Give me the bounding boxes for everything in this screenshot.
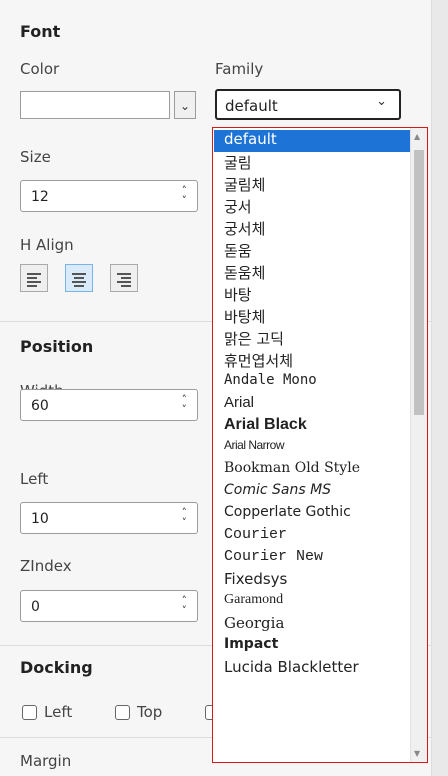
dock-left-label: Left (44, 703, 73, 721)
left-input[interactable]: 10 ˄ ˅ (20, 502, 198, 534)
size-input[interactable]: 12 ˄ ˅ (20, 180, 198, 212)
chevron-down-icon: ⌄ (179, 99, 191, 113)
font-option[interactable]: 바탕체 (214, 306, 410, 328)
align-left-button[interactable] (20, 264, 48, 292)
font-option[interactable]: 돋움 (214, 240, 410, 262)
color-field[interactable] (20, 91, 170, 119)
font-option[interactable]: 굴림체 (214, 174, 410, 196)
font-option[interactable]: Bookman Old Style (214, 460, 410, 482)
left-label: Left (20, 470, 49, 488)
align-right-button[interactable] (110, 264, 138, 292)
scroll-up-icon[interactable]: ▲ (414, 132, 420, 141)
margin-label: Margin (20, 752, 72, 770)
font-option[interactable]: Courier (214, 526, 410, 548)
family-select-value: default (225, 97, 278, 115)
font-option[interactable]: Impact (214, 636, 410, 658)
font-option[interactable]: Lucida Blackletter (214, 658, 410, 680)
spinner-arrows-icon[interactable]: ˄ ˅ (182, 394, 188, 415)
font-option[interactable]: Copperlate Gothic (214, 504, 410, 526)
font-option[interactable]: 궁서 (214, 196, 410, 218)
family-select[interactable]: default ⌄ (215, 89, 401, 120)
width-value: 60 (31, 398, 49, 414)
font-option[interactable]: Andale Mono (214, 372, 410, 394)
spinner-arrows-icon[interactable]: ˄ ˅ (182, 507, 188, 528)
dock-top-checkbox[interactable] (115, 705, 130, 720)
font-option[interactable]: Arial (214, 394, 410, 416)
family-label: Family (215, 60, 264, 78)
font-option[interactable]: 굴림 (214, 152, 410, 174)
size-label: Size (20, 148, 51, 166)
font-option[interactable]: 궁서체 (214, 218, 410, 240)
zindex-label: ZIndex (20, 557, 72, 575)
scroll-down-icon[interactable]: ▼ (414, 749, 420, 758)
color-dropdown-button[interactable]: ⌄ (174, 91, 196, 119)
font-heading: Font (20, 22, 61, 41)
font-option[interactable]: 맑은 고딕 (214, 328, 410, 350)
font-option[interactable]: Garamond (214, 592, 410, 614)
font-option[interactable]: 바탕 (214, 284, 410, 306)
font-option[interactable]: Fixedsys (214, 570, 410, 592)
font-option[interactable]: Georgia (214, 614, 410, 636)
halign-label: H Align (20, 236, 74, 254)
dock-left-checkbox[interactable] (22, 705, 37, 720)
dropdown-scrollbar[interactable]: ▲ ▼ (410, 128, 427, 762)
family-dropdown-list[interactable]: default 굴림 굴림체 궁서 궁서체 돋움 돋움체 바탕 바탕체 맑은 고… (212, 127, 428, 763)
dock-top-label: Top (137, 703, 163, 721)
scrollbar-thumb[interactable] (414, 150, 424, 415)
font-option[interactable]: Arial Narrow (214, 438, 410, 460)
font-option[interactable]: 돋움체 (214, 262, 410, 284)
spinner-arrows-icon[interactable]: ˄ ˅ (182, 595, 188, 616)
docking-heading: Docking (20, 658, 93, 677)
zindex-input[interactable]: 0 ˄ ˅ (20, 590, 198, 622)
zindex-value: 0 (31, 599, 40, 615)
font-option[interactable]: Arial Black (214, 416, 410, 438)
align-center-button[interactable] (65, 264, 93, 292)
spinner-arrows-icon[interactable]: ˄ ˅ (182, 185, 188, 206)
font-option[interactable]: Courier New (214, 548, 410, 570)
width-input[interactable]: 60 ˄ ˅ (20, 389, 198, 421)
font-option[interactable]: 휴먼엽서체 (214, 350, 410, 372)
font-option[interactable]: default (214, 130, 410, 152)
panel-scrollbar[interactable] (431, 0, 448, 776)
font-option[interactable]: Comic Sans MS (214, 482, 410, 504)
color-label: Color (20, 60, 60, 78)
left-value: 10 (31, 511, 49, 527)
position-heading: Position (20, 337, 94, 356)
chevron-down-icon: ⌄ (376, 94, 387, 109)
size-value: 12 (31, 189, 49, 205)
